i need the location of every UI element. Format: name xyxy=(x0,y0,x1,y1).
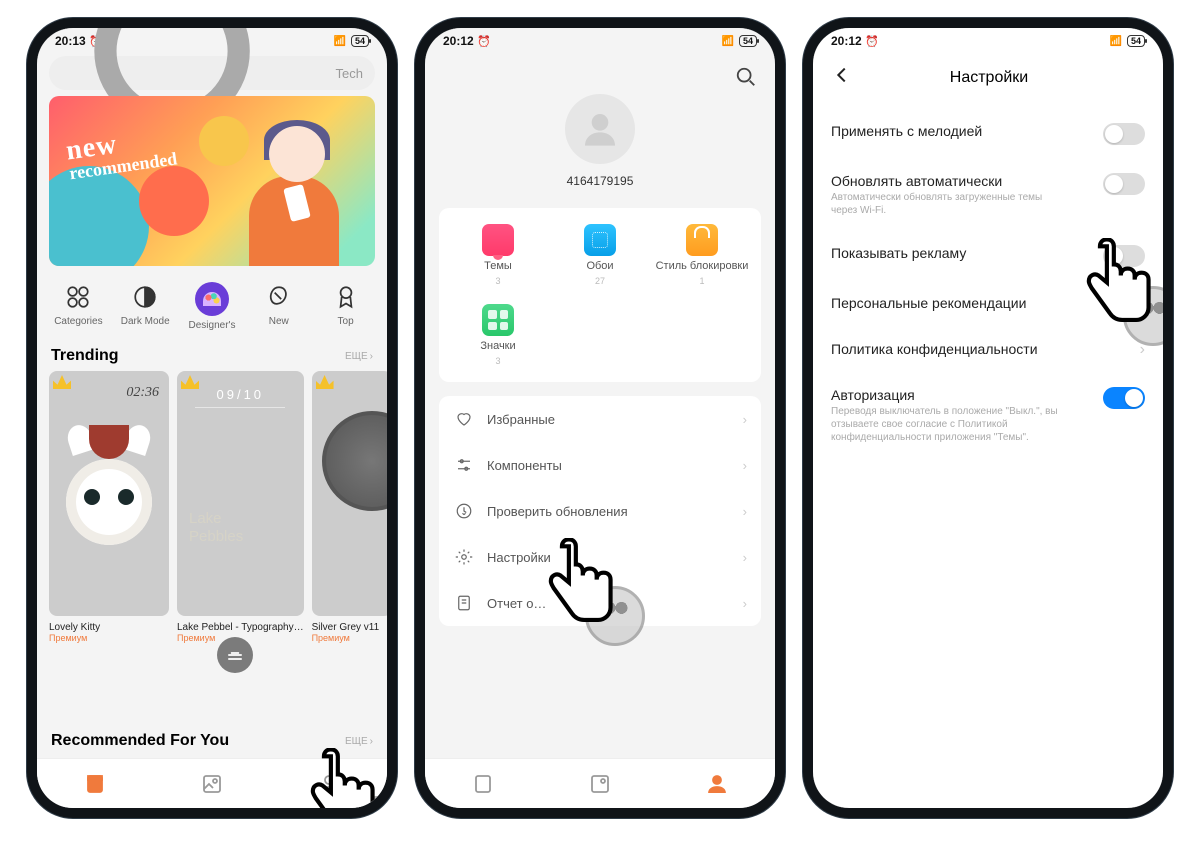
settings-list: Применять с мелодией Обновлять автоматич… xyxy=(813,105,1163,462)
menu-favorites[interactable]: Избранные› xyxy=(439,396,761,442)
menu-updates[interactable]: Проверить обновления› xyxy=(439,488,761,534)
menu-report[interactable]: Отчет о…› xyxy=(439,580,761,626)
theme-card[interactable]: Silver Grey v11 Премиум xyxy=(312,371,387,643)
cat-darkmode[interactable]: Dark Mode xyxy=(115,282,175,331)
crown-icon xyxy=(316,375,334,389)
search-input[interactable]: Tech xyxy=(49,56,375,90)
setting-auto-update[interactable]: Обновлять автоматически Автоматически об… xyxy=(831,159,1145,231)
trending-more[interactable]: ЕЩЕ › xyxy=(345,351,373,362)
status-time: 20:12 xyxy=(443,34,474,48)
recommended-more[interactable]: ЕЩЕ › xyxy=(345,736,373,747)
setting-authorization[interactable]: Авторизация Переводя выключатель в полож… xyxy=(831,373,1145,458)
cat-top[interactable]: Top xyxy=(316,282,376,331)
cat-label: Top xyxy=(338,316,354,327)
battery-indicator: 54 xyxy=(739,35,757,47)
toggle[interactable] xyxy=(1103,245,1145,267)
theme-date: 09/10 xyxy=(217,387,265,402)
menu-settings[interactable]: Настройки› xyxy=(439,534,761,580)
toggle[interactable] xyxy=(1103,123,1145,145)
profile-menu: Избранные› Компоненты› Проверить обновле… xyxy=(439,396,761,626)
cat-designers[interactable]: Designer's xyxy=(182,282,242,331)
wallpaper-icon xyxy=(584,224,616,256)
palette-icon xyxy=(195,282,229,316)
alarm-icon: ⏰ xyxy=(865,36,879,48)
promo-banner[interactable]: new recommended xyxy=(49,96,375,266)
theme-tag: Премиум xyxy=(312,633,387,643)
sliders-icon xyxy=(455,456,473,474)
tile-themes[interactable]: Темы 3 xyxy=(447,224,549,286)
status-bar: 20:12 ⏰ 📶 54 xyxy=(813,28,1163,50)
nav-themes[interactable] xyxy=(83,772,107,796)
page-title: Настройки xyxy=(833,69,1145,87)
theme-tag: Премиум xyxy=(49,633,169,643)
resource-tiles: Темы 3 Обои 27 Стиль блокировки 1 Значки… xyxy=(439,208,761,382)
setting-show-ads[interactable]: Показывать рекламу xyxy=(831,231,1145,281)
nav-wallpapers[interactable] xyxy=(200,772,224,796)
report-icon xyxy=(455,594,473,612)
cat-new[interactable]: New xyxy=(249,282,309,331)
icons-icon xyxy=(482,304,514,336)
crown-icon xyxy=(181,375,199,389)
phone-2-profile: 20:12 ⏰ 📶 54 4164179195 Темы 3 Обои 27 Ст… xyxy=(415,18,785,818)
avatar[interactable] xyxy=(565,94,635,164)
theme-name: Silver Grey v11 xyxy=(312,622,387,633)
cat-label: Designer's xyxy=(189,320,236,331)
alarm-icon: ⏰ xyxy=(477,36,491,48)
nav-profile[interactable] xyxy=(317,772,341,796)
gear-icon xyxy=(455,548,473,566)
menu-components[interactable]: Компоненты› xyxy=(439,442,761,488)
status-time: 20:12 xyxy=(831,34,862,48)
nav-wallpapers[interactable] xyxy=(588,772,612,796)
crown-icon xyxy=(53,375,71,389)
trending-list[interactable]: 02:36 Lovely Kitty Премиум 09/10 LakePeb… xyxy=(37,371,387,643)
user-id: 4164179195 xyxy=(425,174,775,188)
bottom-nav xyxy=(37,758,387,808)
tile-lockstyle[interactable]: Стиль блокировки 1 xyxy=(651,224,753,286)
battery-indicator: 54 xyxy=(1127,35,1145,47)
banner-illustration xyxy=(229,116,359,266)
themes-icon xyxy=(482,224,514,256)
status-bar: 20:12 ⏰ 📶 54 xyxy=(425,28,775,50)
theme-card[interactable]: 02:36 Lovely Kitty Премиум xyxy=(49,371,169,643)
recommended-title: Recommended For You xyxy=(51,732,229,750)
lock-icon xyxy=(686,224,718,256)
signal-icon: 📶 xyxy=(334,36,346,47)
setting-privacy[interactable]: Политика конфиденциальности › xyxy=(831,327,1145,373)
toggle[interactable] xyxy=(1103,173,1145,195)
setting-personal-rec[interactable]: Персональные рекомендации › xyxy=(831,281,1145,327)
update-icon xyxy=(455,502,473,520)
bottom-nav xyxy=(425,758,775,808)
theme-name: Lovely Kitty xyxy=(49,622,169,633)
chevron-right-icon: › xyxy=(1140,341,1145,359)
cat-categories[interactable]: Categories xyxy=(48,282,108,331)
tile-wallpapers[interactable]: Обои 27 xyxy=(549,224,651,286)
search-button[interactable] xyxy=(735,66,757,93)
phone-3-settings: 20:12 ⏰ 📶 54 Настройки Применять с мелоди… xyxy=(803,18,1173,818)
cat-label: Categories xyxy=(54,316,102,327)
search-placeholder: Tech xyxy=(336,66,363,81)
cat-label: Dark Mode xyxy=(121,316,170,327)
signal-icon: 📶 xyxy=(722,36,734,47)
nav-themes[interactable] xyxy=(471,772,495,796)
toggle[interactable] xyxy=(1103,387,1145,409)
tile-icons[interactable]: Значки 3 xyxy=(447,304,549,366)
chevron-right-icon: › xyxy=(1140,295,1145,313)
signal-icon: 📶 xyxy=(1110,36,1122,47)
phone-1-home: 20:13 ⏰ 📶 54 Tech new recommended Categ xyxy=(27,18,397,818)
heart-icon xyxy=(455,410,473,428)
theme-card[interactable]: 09/10 LakePebbles Lake Pebbel - Typograp… xyxy=(177,371,304,643)
theme-clock: 02:36 xyxy=(126,385,159,401)
theme-name: Lake Pebbel - Typography… xyxy=(177,622,304,633)
cat-label: New xyxy=(269,316,289,327)
scroll-up-fab[interactable] xyxy=(217,637,253,673)
setting-melody[interactable]: Применять с мелодией xyxy=(831,109,1145,159)
trending-title: Trending xyxy=(51,347,119,365)
nav-profile[interactable] xyxy=(705,772,729,796)
battery-indicator: 54 xyxy=(351,35,369,47)
category-row: Categories Dark Mode Designer's New Top xyxy=(37,272,387,337)
